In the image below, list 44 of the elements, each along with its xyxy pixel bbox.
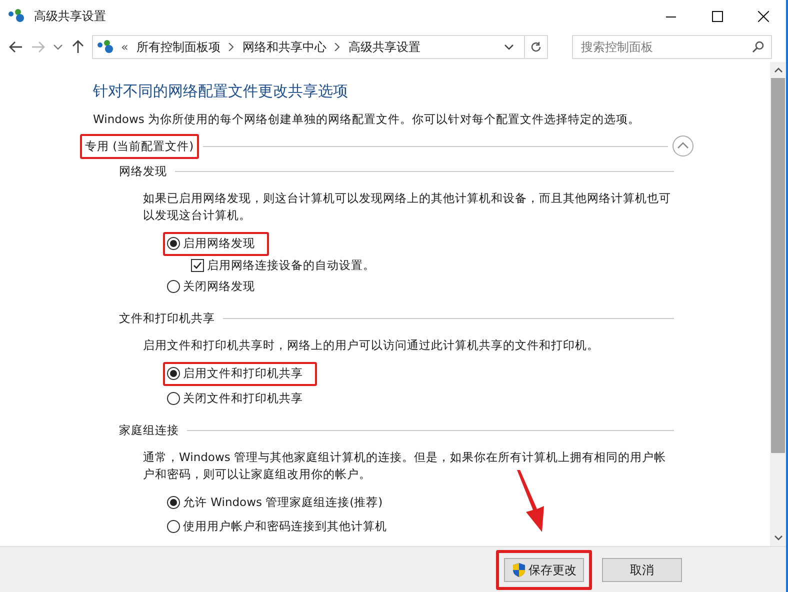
breadcrumb[interactable]: 所有控制面板项 [136,38,220,56]
save-button[interactable]: 保存更改 [504,558,584,582]
section-title: 网络发现 [119,163,168,180]
radio-label[interactable]: 允许 Windows 管理家庭组连接(推荐) [183,494,393,512]
radio-button[interactable] [167,237,180,250]
section-description: 如果已启用网络发现，则这台计算机可以发现网络上的其他计算机和设备，而且其他网络计算机也可以发现这台计算机。 [143,190,672,224]
cancel-button[interactable]: 取消 [602,558,682,582]
maximize-icon[interactable] [712,10,722,22]
radio-label[interactable]: 使用用户帐户和密码连接到其他计算机 [183,518,397,536]
chevron-icon [228,43,234,51]
close-icon[interactable] [758,10,768,22]
address-bar[interactable]: « 所有控制面板项 网络和共享中心 高级共享设置 [92,35,548,59]
scrollbar-thumb[interactable] [771,78,785,453]
radio-button[interactable] [167,367,180,380]
radio-label[interactable]: 关闭文件和打印机共享 [183,390,313,407]
breadcrumb[interactable]: 高级共享设置 [348,38,420,56]
back-icon[interactable] [8,39,24,55]
network-icon [97,39,115,55]
radio-button[interactable] [167,280,180,293]
chevron-icon [334,43,340,51]
checkbox[interactable] [191,258,204,272]
network-icon [8,8,26,24]
section-title: 文件和打印机共享 [119,310,216,327]
radio-button[interactable] [167,520,180,534]
intro-text: Windows 为你所使用的每个网络创建单独的网络配置文件。你可以针对每个配置文件选择特定的选项。 [93,110,641,128]
up-icon[interactable] [70,39,86,55]
page-heading: 针对不同的网络配置文件更改共享选项 [93,81,349,102]
section-title: 家庭组连接 [119,422,180,439]
window-title: 高级共享设置 [34,8,106,25]
search-field[interactable]: 搜索控制面板 [572,35,772,59]
checkbox-label[interactable]: 启用网络连接设备的自动设置。 [207,256,375,274]
address-overflow[interactable]: « [121,38,128,56]
radio-button[interactable] [167,496,180,510]
shield-icon [512,562,526,578]
search-icon[interactable] [752,41,764,53]
collapse-icon[interactable] [672,135,694,158]
radio-button[interactable] [167,392,180,405]
section-description: 启用文件和打印机共享时，网络上的用户可以访问通过此计算机共享的文件和打印机。 [143,337,600,354]
scrollbar[interactable] [770,62,786,546]
radio-label[interactable]: 关闭网络发现 [183,278,265,295]
annotation-arrow [516,470,546,532]
profile-title: 专用 (当前配置文件) [85,138,194,153]
breadcrumb[interactable]: 网络和共享中心 [242,38,326,56]
section-description: 通常，Windows 管理与其他家庭组计算机的连接。但是，如果你在所有计算机上拥有相同的用户帐户和密码，则可以让家庭组改用你的帐户。 [143,449,667,483]
